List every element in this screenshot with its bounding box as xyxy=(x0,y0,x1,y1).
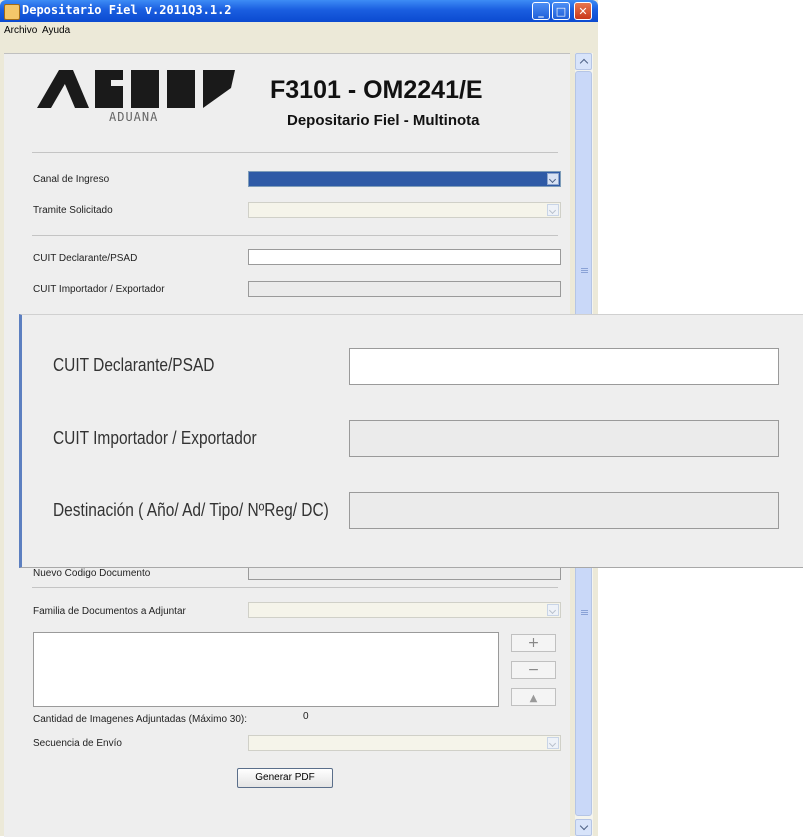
cantidad-imagenes-label: Cantidad de Imagenes Adjuntadas (Máximo … xyxy=(33,714,248,725)
remove-attachment-button[interactable]: − xyxy=(511,661,556,679)
tramite-solicitado-select[interactable] xyxy=(248,202,561,218)
chevron-down-icon[interactable] xyxy=(547,173,559,185)
scan-attachment-button[interactable]: ▲ xyxy=(511,688,556,706)
window-title: Depositario Fiel v.2011Q3.1.2 xyxy=(22,3,232,17)
chevron-down-icon[interactable] xyxy=(547,737,559,749)
grip-line xyxy=(581,612,588,613)
form-subtitle: Depositario Fiel - Multinota xyxy=(287,112,480,129)
zoom-destinacion-input[interactable] xyxy=(349,492,779,529)
minimize-button[interactable]: _ xyxy=(532,2,550,20)
maximize-button[interactable]: □ xyxy=(552,2,570,20)
zoom-cuit-declarante-input[interactable] xyxy=(349,348,779,385)
canal-ingreso-label: Canal de Ingreso xyxy=(33,174,110,185)
cuit-importador-input[interactable] xyxy=(248,281,561,297)
secuencia-envio-select[interactable] xyxy=(248,735,561,751)
divider xyxy=(32,235,558,236)
familia-documentos-select[interactable] xyxy=(248,602,561,618)
add-attachment-button[interactable]: + xyxy=(511,634,556,652)
menu-bar: Archivo Ayuda xyxy=(0,22,598,39)
grip-line xyxy=(581,614,588,615)
nuevo-codigo-label: Nuevo Codigo Documento xyxy=(33,568,151,579)
zoom-destinacion-label: Destinación ( Año/ Ad/ Tipo/ NºReg/ DC) xyxy=(53,500,329,520)
grip-line xyxy=(581,272,588,273)
cantidad-imagenes-value: 0 xyxy=(303,711,309,722)
zoom-cuit-importador-label: CUIT Importador / Exportador xyxy=(53,428,257,448)
generar-pdf-button[interactable]: Generar PDF xyxy=(237,768,333,788)
java-app-icon xyxy=(4,4,20,20)
chevron-down-icon[interactable] xyxy=(547,604,559,616)
chevron-down-icon[interactable] xyxy=(547,204,559,216)
grip-line xyxy=(581,610,588,611)
cuit-importador-label: CUIT Importador / Exportador xyxy=(33,284,165,295)
zoom-cuit-importador-input[interactable] xyxy=(349,420,779,457)
attachments-list[interactable] xyxy=(33,632,499,707)
zoom-cuit-declarante-label: CUIT Declarante/PSAD xyxy=(53,355,215,375)
cuit-declarante-label: CUIT Declarante/PSAD xyxy=(33,253,138,264)
tramite-solicitado-label: Tramite Solicitado xyxy=(33,205,113,216)
secuencia-envio-label: Secuencia de Envío xyxy=(33,738,122,749)
form-code: F3101 - OM2241/E xyxy=(270,76,483,104)
canal-ingreso-select[interactable] xyxy=(248,171,561,187)
scroll-down-icon[interactable] xyxy=(575,819,592,836)
menu-ayuda[interactable]: Ayuda xyxy=(42,25,70,36)
zoom-panel: CUIT Declarante/PSAD CUIT Importador / E… xyxy=(19,314,803,568)
grip-line xyxy=(581,268,588,269)
familia-documentos-label: Familia de Documentos a Adjuntar xyxy=(33,606,186,617)
grip-line xyxy=(581,270,588,271)
afip-logo xyxy=(37,70,235,108)
title-bar[interactable]: Depositario Fiel v.2011Q3.1.2 _ □ ✕ xyxy=(0,0,598,22)
divider xyxy=(32,152,558,153)
divider xyxy=(32,587,558,588)
scroll-up-icon[interactable] xyxy=(575,53,592,70)
menu-archivo[interactable]: Archivo xyxy=(4,25,37,36)
scanner-icon: ▲ xyxy=(529,693,538,704)
close-button[interactable]: ✕ xyxy=(574,2,592,20)
minus-icon: − xyxy=(527,662,540,678)
cuit-declarante-input[interactable] xyxy=(248,249,561,265)
plus-icon: + xyxy=(527,635,540,651)
logo-aduana-text: ADUANA xyxy=(109,110,159,124)
